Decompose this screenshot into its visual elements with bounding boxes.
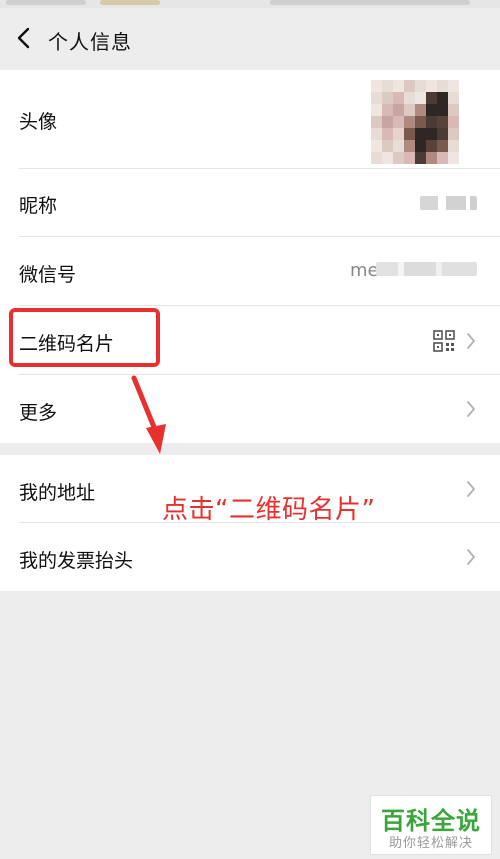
chevron-right-icon (467, 481, 475, 497)
avatar-row[interactable]: 头像 (0, 70, 500, 169)
wechat-id-row[interactable]: 微信号 me (0, 237, 500, 306)
chevron-right-icon (467, 333, 475, 349)
row-label: 我的发票抬头 (19, 550, 134, 572)
highlight-box (9, 308, 160, 367)
row-label: 微信号 (19, 264, 77, 286)
wechat-id-value-blurred (376, 262, 477, 276)
invoice-title-row[interactable]: 我的发票抬头 (0, 523, 500, 591)
watermark-logo: 百科全说 助你轻松解决 (370, 795, 492, 855)
row-label: 更多 (19, 402, 58, 424)
row-label: 头像 (19, 111, 58, 133)
chevron-right-icon (467, 401, 475, 417)
wechat-id-prefix: me (350, 260, 379, 281)
page-title: 个人信息 (48, 30, 132, 54)
back-arrow-icon[interactable] (10, 21, 40, 55)
nav-bar: 个人信息 (0, 8, 500, 70)
avatar-image (371, 80, 459, 164)
qr-code-icon (433, 330, 455, 352)
status-bar (0, 0, 500, 8)
row-label: 我的地址 (19, 482, 96, 504)
watermark-title: 百科全说 (381, 807, 481, 835)
profile-settings-group: 头像 昵称 微信号 me 二维码名片 更多 (0, 70, 500, 443)
nickname-row[interactable]: 昵称 (0, 169, 500, 237)
red-arrow-icon (131, 375, 166, 454)
watermark-subtitle: 助你轻松解决 (388, 836, 473, 851)
more-row[interactable]: 更多 (0, 375, 500, 443)
nickname-value-blurred (420, 196, 477, 210)
row-label: 昵称 (19, 195, 58, 217)
annotation-text: 点击“二维码名片” (162, 495, 376, 525)
chevron-right-icon (467, 549, 475, 565)
